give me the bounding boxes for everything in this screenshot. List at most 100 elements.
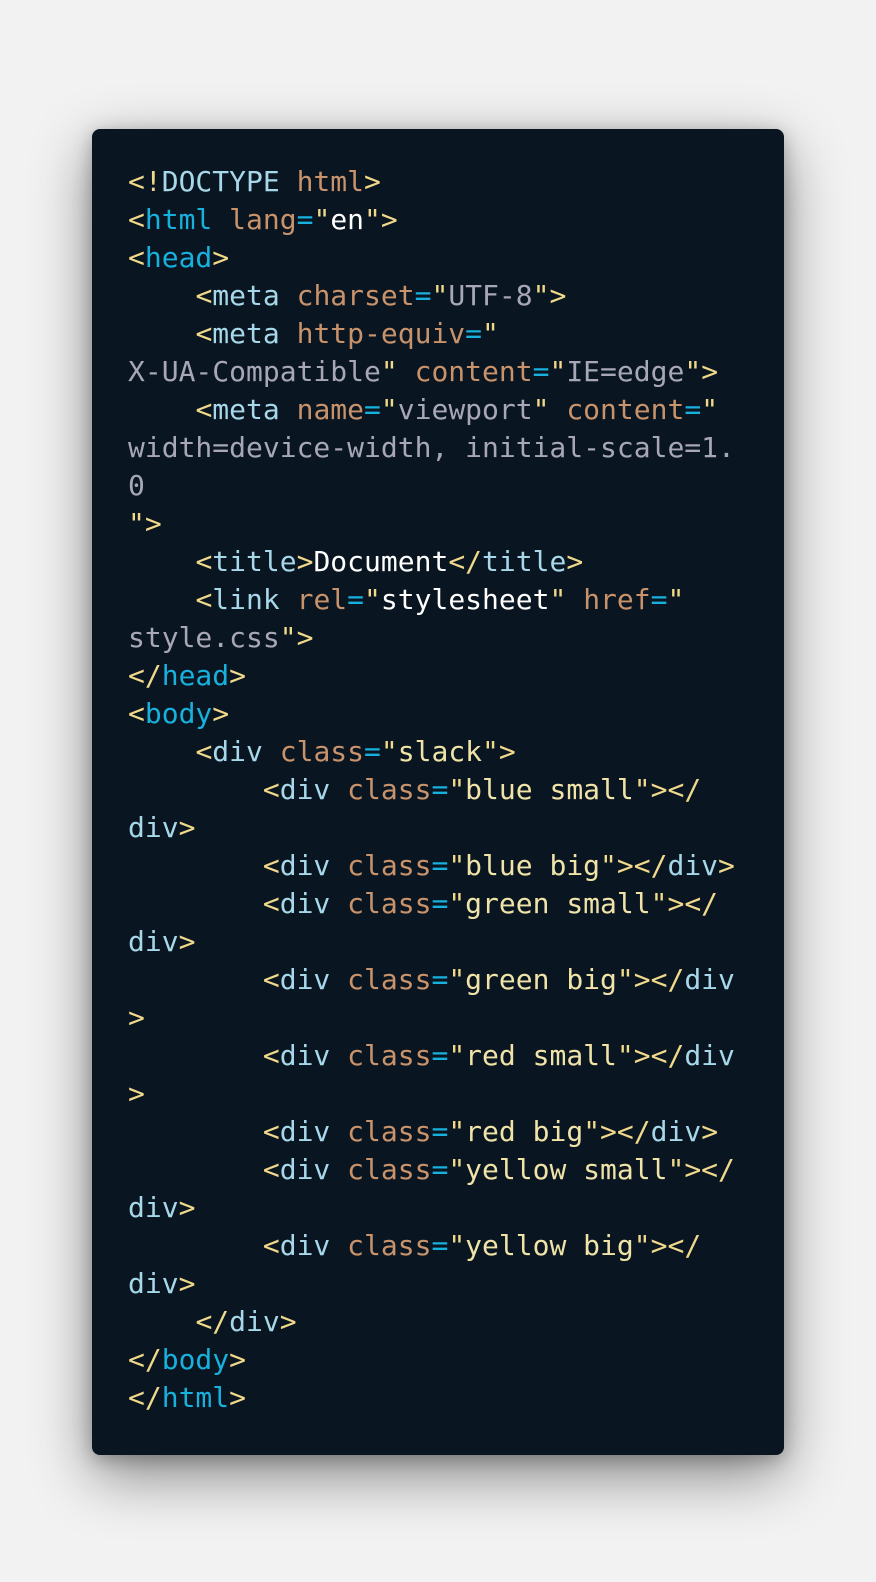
code-token: " <box>482 317 499 350</box>
code-token: title <box>482 545 567 578</box>
code-token: head <box>161 659 230 692</box>
code-token: div <box>279 1039 348 1072</box>
code-line: <head> <box>128 239 748 277</box>
code-token: " <box>380 393 398 426</box>
code-token: = <box>431 887 449 920</box>
code-token: < <box>128 697 145 730</box>
code-token: " <box>448 849 466 882</box>
code-token: class <box>347 887 432 920</box>
code-token: > <box>128 1077 145 1110</box>
code-token: class <box>347 963 432 996</box>
code-token: UTF-8 <box>448 279 533 312</box>
code-token: " <box>313 203 331 236</box>
code-token: IE=edge <box>566 355 685 388</box>
code-line: 0 <box>128 467 748 505</box>
code-token: = <box>431 1153 449 1186</box>
code-line: </head> <box>128 657 748 695</box>
code-line: <body> <box>128 695 748 733</box>
code-token: div <box>128 1267 179 1300</box>
code-token: </ <box>128 1343 162 1376</box>
code-token: name <box>296 393 365 426</box>
code-line: <title>Document</title> <box>128 543 748 581</box>
code-token: red small <box>465 1039 617 1072</box>
code-line: </html> <box>128 1379 748 1417</box>
code-token: html <box>161 1381 230 1414</box>
code-token: = <box>296 203 314 236</box>
code-token: = <box>364 393 381 426</box>
code-token: > <box>296 545 314 578</box>
code-token: content <box>566 393 685 426</box>
code-token: </ <box>448 545 483 578</box>
code-line: width=device-width, initial-scale=1. <box>128 429 748 467</box>
code-token: 0 <box>128 469 145 502</box>
code-token: div <box>128 811 179 844</box>
code-token: html <box>144 203 213 236</box>
code-token: > <box>279 1305 297 1338</box>
code-token: = <box>414 279 432 312</box>
code-token: href <box>583 583 651 616</box>
code-token: < <box>195 545 213 578</box>
code-token: " <box>667 583 685 616</box>
code-line: "> <box>128 505 748 543</box>
code-token: " <box>448 963 466 996</box>
code-token: > <box>229 1343 247 1376</box>
code-token: div <box>279 773 348 806</box>
code-token: < <box>262 849 280 882</box>
code-token: > <box>178 1191 196 1224</box>
code-token: div <box>279 1153 348 1186</box>
code-token: http-equiv <box>296 317 466 350</box>
code-token: meta <box>212 279 297 312</box>
code-token: > <box>178 1267 196 1300</box>
code-token: " <box>448 887 466 920</box>
code-token: > <box>566 545 584 578</box>
code-token: content <box>414 355 533 388</box>
code-line: <div class="slack"> <box>128 733 748 771</box>
code-token: "> <box>684 355 719 388</box>
code-token: = <box>431 1115 449 1148</box>
code-token: < <box>195 583 213 616</box>
code-token: body <box>161 1343 230 1376</box>
code-token: charset <box>296 279 415 312</box>
code-token: "></ <box>667 1153 735 1186</box>
code-token: " <box>364 583 381 616</box>
code-token: < <box>195 279 213 312</box>
code-token: class <box>347 773 432 806</box>
code-line: div> <box>128 809 748 847</box>
code-line: <div class="blue big"></div> <box>128 847 748 885</box>
code-line: <meta http-equiv=" <box>128 315 748 353</box>
code-token: = <box>431 849 449 882</box>
code-token: = <box>431 773 449 806</box>
code-token: " <box>532 393 567 426</box>
code-token: < <box>262 1115 280 1148</box>
code-token: </ <box>195 1305 230 1338</box>
code-token: = <box>431 963 449 996</box>
code-token: "> <box>482 735 516 768</box>
code-token: > <box>229 1381 247 1414</box>
code-token: "> <box>128 507 162 540</box>
code-token: " <box>380 355 415 388</box>
code-line: <div class="green big"></div <box>128 961 748 999</box>
code-token: "></ <box>583 1115 651 1148</box>
code-token: viewport <box>397 393 533 426</box>
code-snippet-card: <!DOCTYPE html> <html lang="en"> <head> <m… <box>92 129 784 1455</box>
code-token: class <box>279 735 365 768</box>
code-token: div <box>128 925 179 958</box>
code-token: > <box>701 1115 719 1148</box>
code-token: > <box>229 659 247 692</box>
code-token: div <box>279 887 348 920</box>
code-token: "></ <box>616 963 685 996</box>
code-token: < <box>195 317 213 350</box>
code-token: > <box>178 925 196 958</box>
code-line: <div class="yellow small"></ <box>128 1151 748 1189</box>
code-token: head <box>144 241 213 274</box>
code-token: div <box>650 1115 702 1148</box>
code-token: "> <box>532 279 567 312</box>
code-line: </body> <box>128 1341 748 1379</box>
